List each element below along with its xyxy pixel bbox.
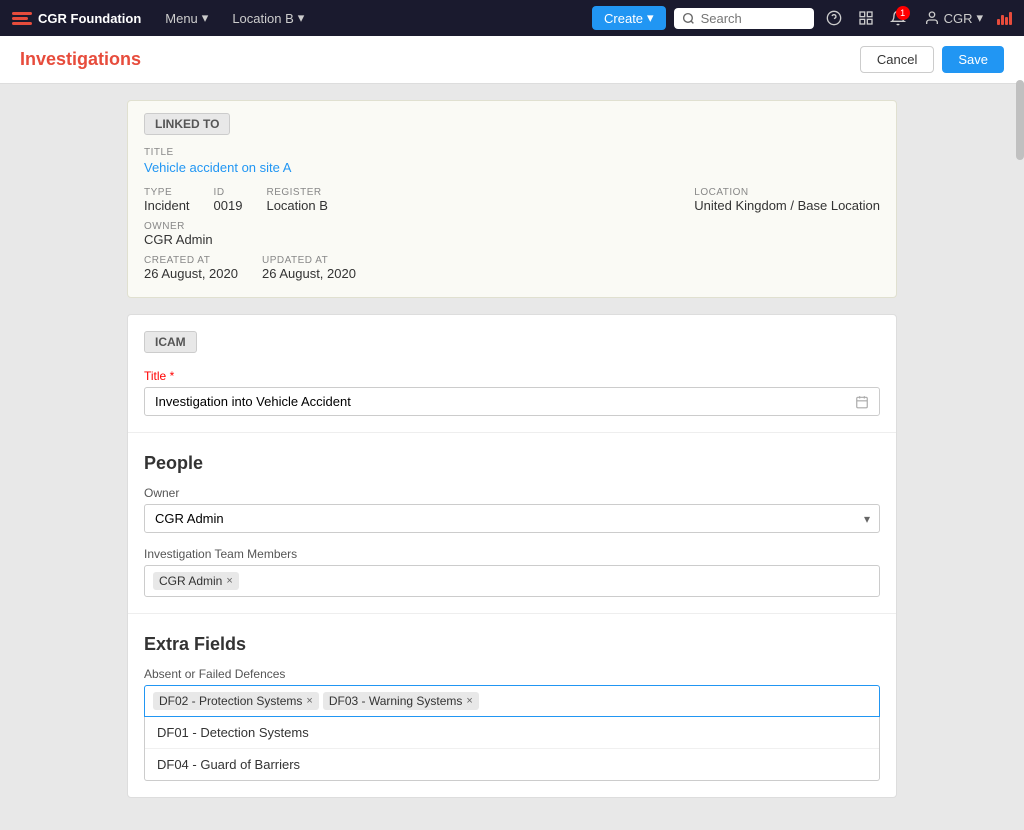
- location-value: United Kingdom / Base Location: [694, 198, 880, 213]
- absent-defences-search[interactable]: [483, 694, 871, 709]
- grid-icon: [858, 10, 874, 26]
- title-field-wrap[interactable]: [144, 387, 880, 416]
- absent-defences-input[interactable]: DF02 - Protection Systems × DF03 - Warni…: [144, 685, 880, 717]
- dropdown-item-df04[interactable]: DF04 - Guard of Barriers: [145, 749, 879, 780]
- extra-fields-heading: Extra Fields: [144, 634, 880, 655]
- team-input[interactable]: CGR Admin ×: [144, 565, 880, 597]
- search-icon: [682, 12, 695, 25]
- register-label: REGISTER: [266, 187, 670, 198]
- title-meta-label: TITLE: [144, 147, 880, 158]
- owner-field-label: Owner: [144, 486, 880, 500]
- linked-to-badge: LINKED TO: [144, 113, 230, 135]
- team-field-label: Investigation Team Members: [144, 547, 880, 561]
- scrollbar-thumb[interactable]: [1016, 80, 1024, 160]
- cancel-button[interactable]: Cancel: [860, 46, 934, 73]
- owner-label: OWNER: [144, 221, 242, 232]
- search-box[interactable]: [674, 8, 814, 29]
- title-input[interactable]: [155, 394, 855, 409]
- logo: CGR Foundation: [12, 11, 141, 26]
- updated-value: 26 August, 2020: [262, 266, 356, 281]
- created-value: 26 August, 2020: [144, 266, 238, 281]
- absent-tag-df02-remove[interactable]: ×: [306, 695, 312, 707]
- chevron-down-icon: ▾: [298, 10, 305, 26]
- absent-tag-df02: DF02 - Protection Systems ×: [153, 692, 319, 710]
- team-tag-remove[interactable]: ×: [226, 575, 232, 587]
- owner-select[interactable]: CGR Admin: [144, 504, 880, 533]
- owner-select-wrap[interactable]: CGR Admin ▾: [144, 504, 880, 533]
- type-value: Incident: [144, 198, 190, 213]
- linked-title-link[interactable]: Vehicle accident on site A: [144, 160, 880, 175]
- save-button[interactable]: Save: [942, 46, 1004, 73]
- absent-tag-df03: DF03 - Warning Systems ×: [323, 692, 479, 710]
- location-button[interactable]: Location B ▾: [224, 6, 312, 30]
- user-menu-button[interactable]: CGR ▾: [918, 6, 989, 30]
- absent-defences-label: Absent or Failed Defences: [144, 667, 880, 681]
- absent-tag-df03-remove[interactable]: ×: [466, 695, 472, 707]
- register-value: Location B: [266, 198, 670, 213]
- page-title: Investigations: [20, 49, 141, 70]
- absent-defences-dropdown: DF01 - Detection Systems DF04 - Guard of…: [144, 717, 880, 781]
- notification-badge: 1: [896, 6, 910, 20]
- calendar-icon: [855, 395, 869, 409]
- updated-label: UPDATED AT: [262, 255, 356, 266]
- menu-button[interactable]: Menu ▾: [157, 6, 216, 30]
- create-button[interactable]: Create ▾: [592, 6, 666, 30]
- logo-text: CGR Foundation: [38, 11, 141, 26]
- icam-badge: ICAM: [144, 331, 197, 353]
- search-input[interactable]: [701, 11, 801, 26]
- chevron-down-icon: ▾: [647, 10, 654, 26]
- location-label: LOCATION: [694, 187, 880, 198]
- help-icon: [826, 10, 842, 26]
- logo-icon: [12, 12, 32, 25]
- owner-value: CGR Admin: [144, 232, 242, 247]
- grid-button[interactable]: [854, 6, 878, 30]
- people-heading: People: [144, 453, 880, 474]
- form-card: ICAM Title * People Owner CGR Admin: [127, 314, 897, 798]
- topnav: CGR Foundation Menu ▾ Location B ▾ Creat…: [0, 0, 1024, 36]
- chevron-down-icon: ▾: [202, 10, 209, 26]
- linked-to-card: LINKED TO TITLE Vehicle accident on site…: [127, 100, 897, 298]
- title-field-label: Title *: [144, 369, 880, 383]
- help-button[interactable]: [822, 6, 846, 30]
- chevron-down-icon: ▾: [976, 10, 983, 26]
- chart-icon: [997, 12, 1012, 25]
- id-value: 0019: [214, 198, 243, 213]
- main-content: LINKED TO TITLE Vehicle accident on site…: [0, 84, 1024, 830]
- dropdown-item-df01[interactable]: DF01 - Detection Systems: [145, 717, 879, 749]
- type-label: TYPE: [144, 187, 190, 198]
- id-label: ID: [214, 187, 243, 198]
- subheader-actions: Cancel Save: [860, 46, 1004, 73]
- subheader: Investigations Cancel Save: [0, 36, 1024, 84]
- created-label: CREATED AT: [144, 255, 238, 266]
- team-tag: CGR Admin ×: [153, 572, 239, 590]
- notification-button[interactable]: 1: [886, 6, 910, 30]
- user-icon: [924, 10, 940, 26]
